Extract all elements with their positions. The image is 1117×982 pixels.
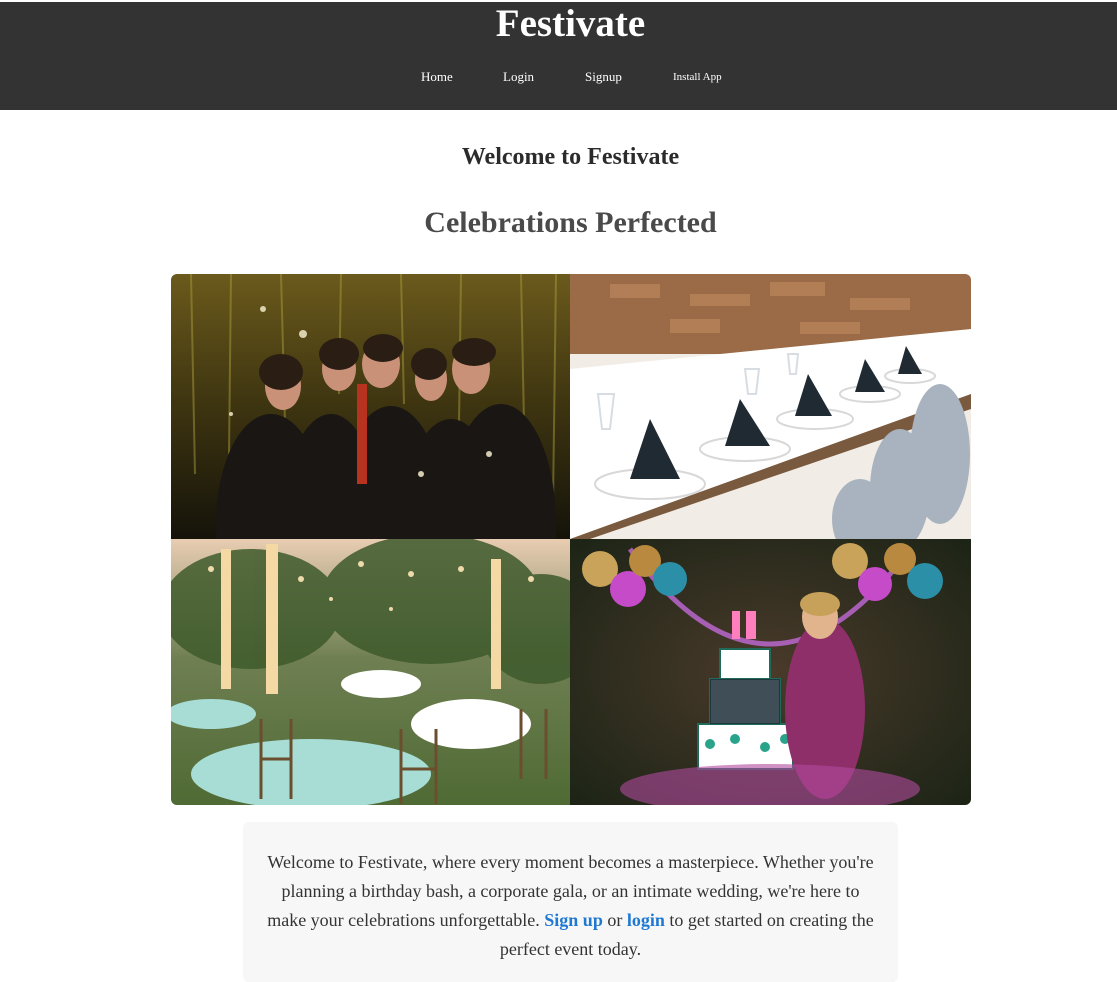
site-header: Festivate Home Login Signup Install App [0, 0, 1117, 110]
intro-text: Welcome to Festivate, where every moment… [243, 822, 898, 964]
nav-home-link[interactable]: Home [421, 68, 453, 86]
nav-install-app-link[interactable]: Install App [673, 68, 722, 86]
intro-text-middle: or [602, 910, 627, 930]
main-nav: Home Login Signup Install App [0, 68, 1117, 86]
party-friends-photo [171, 274, 570, 539]
garden-reception-photo [171, 539, 570, 805]
banquet-table-photo [570, 274, 971, 539]
event-photo-gallery [171, 274, 971, 805]
tagline-heading: Celebrations Perfected [424, 206, 717, 239]
intro-card: Welcome to Festivate, where every moment… [243, 822, 898, 982]
nav-login-link[interactable]: Login [503, 68, 534, 86]
nav-signup-link[interactable]: Signup [585, 68, 622, 86]
signup-link[interactable]: Sign up [544, 910, 603, 930]
login-link[interactable]: login [627, 910, 665, 930]
site-brand[interactable]: Festivate [0, 4, 1117, 44]
welcome-heading: Welcome to Festivate [461, 144, 680, 170]
birthday-cake-photo [570, 539, 971, 805]
